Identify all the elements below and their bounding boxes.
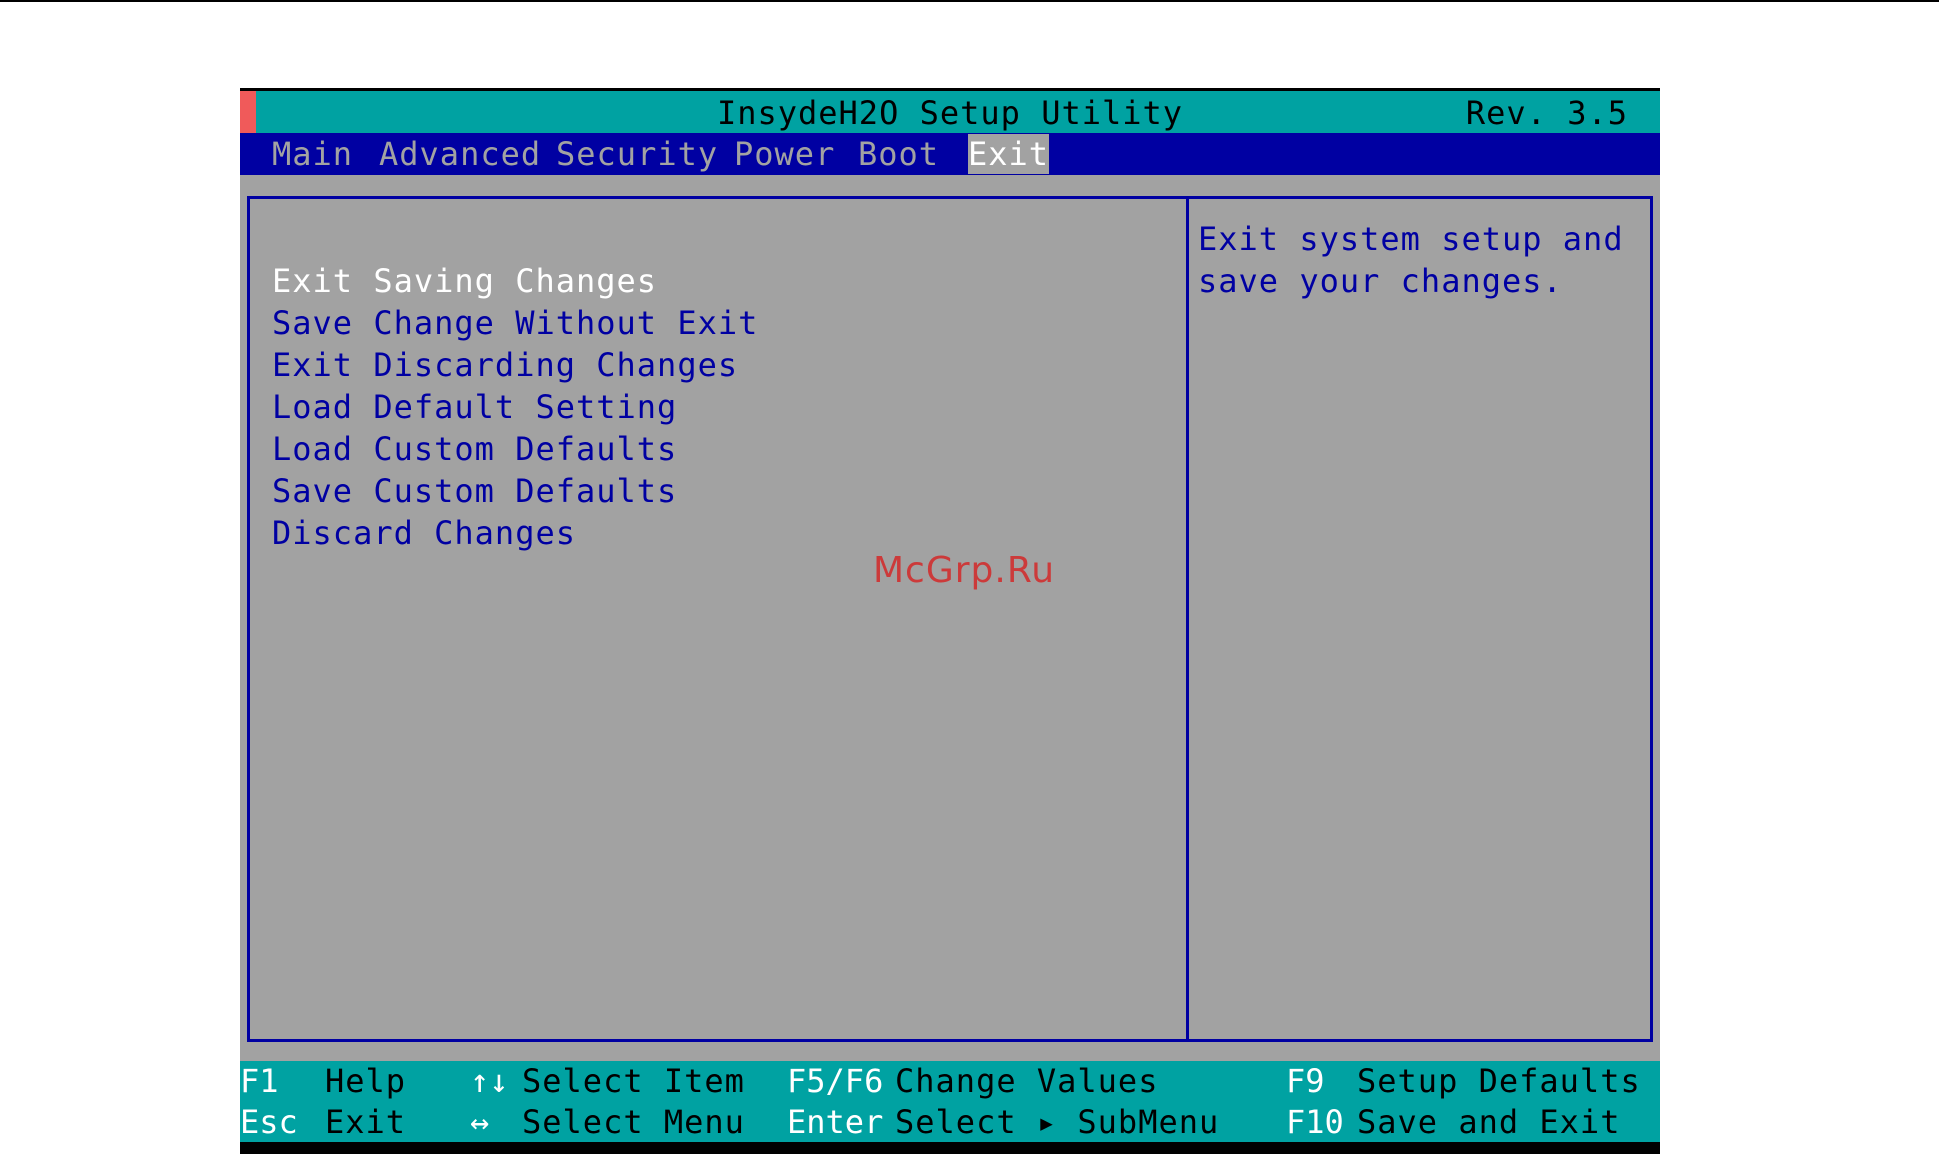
top-border-line — [0, 0, 1939, 2]
f5f6-key: F5/F6 — [787, 1062, 884, 1100]
help-text-line-2: save your changes. — [1198, 262, 1563, 300]
arrows-updown-key: ↑↓ — [470, 1062, 509, 1100]
tab-advanced[interactable]: Advanced — [379, 134, 541, 174]
select-menu-desc: Select Menu — [522, 1103, 745, 1141]
menu-bar: Main Advanced Security Power Boot Exit — [240, 133, 1660, 175]
enter-key: Enter — [787, 1103, 884, 1141]
f10-key: F10 — [1286, 1103, 1344, 1141]
option-save-change-without-exit[interactable]: Save Change Without Exit — [272, 303, 758, 343]
esc-key: Esc — [240, 1103, 298, 1141]
f9-key: F9 — [1286, 1062, 1325, 1100]
save-and-exit-desc: Save and Exit — [1357, 1103, 1621, 1141]
f1-key: F1 — [240, 1062, 279, 1100]
help-text-line-1: Exit system setup and — [1198, 220, 1624, 258]
option-discard-changes[interactable]: Discard Changes — [272, 513, 576, 553]
change-values-desc: Change Values — [895, 1062, 1159, 1100]
tab-exit[interactable]: Exit — [968, 134, 1050, 174]
option-save-custom-defaults[interactable]: Save Custom Defaults — [272, 471, 677, 511]
panel-divider — [1186, 196, 1189, 1042]
tab-boot[interactable]: Boot — [858, 134, 939, 174]
setup-defaults-desc: Setup Defaults — [1357, 1062, 1641, 1100]
tab-main[interactable]: Main — [272, 134, 353, 174]
arrows-leftright-key: ↔ — [470, 1103, 490, 1141]
option-load-default-setting[interactable]: Load Default Setting — [272, 387, 677, 427]
tab-security[interactable]: Security — [556, 134, 718, 174]
esc-desc: Exit — [325, 1103, 407, 1141]
option-exit-saving-changes[interactable]: Exit Saving Changes — [272, 261, 657, 301]
tab-power[interactable]: Power — [734, 134, 835, 174]
bios-setup-screen: InsydeH2O Setup Utility Rev. 3.5 Main Ad… — [240, 88, 1660, 1154]
f1-desc: Help — [325, 1062, 407, 1100]
footer-bottom-bar — [240, 1142, 1660, 1154]
select-submenu-desc: Select ▸ SubMenu — [895, 1103, 1220, 1141]
revision-label: Rev. 3.5 — [1465, 94, 1628, 132]
app-title: InsydeH2O Setup Utility — [716, 94, 1184, 132]
title-bar: InsydeH2O Setup Utility Rev. 3.5 — [240, 88, 1660, 133]
select-item-desc: Select Item — [522, 1062, 745, 1100]
footer-hints: F1 Help ↑↓ Select Item F5/F6 Change Valu… — [240, 1061, 1660, 1142]
option-load-custom-defaults[interactable]: Load Custom Defaults — [272, 429, 677, 469]
watermark: McGrp.Ru — [873, 550, 1056, 591]
option-exit-discarding-changes[interactable]: Exit Discarding Changes — [272, 345, 738, 385]
